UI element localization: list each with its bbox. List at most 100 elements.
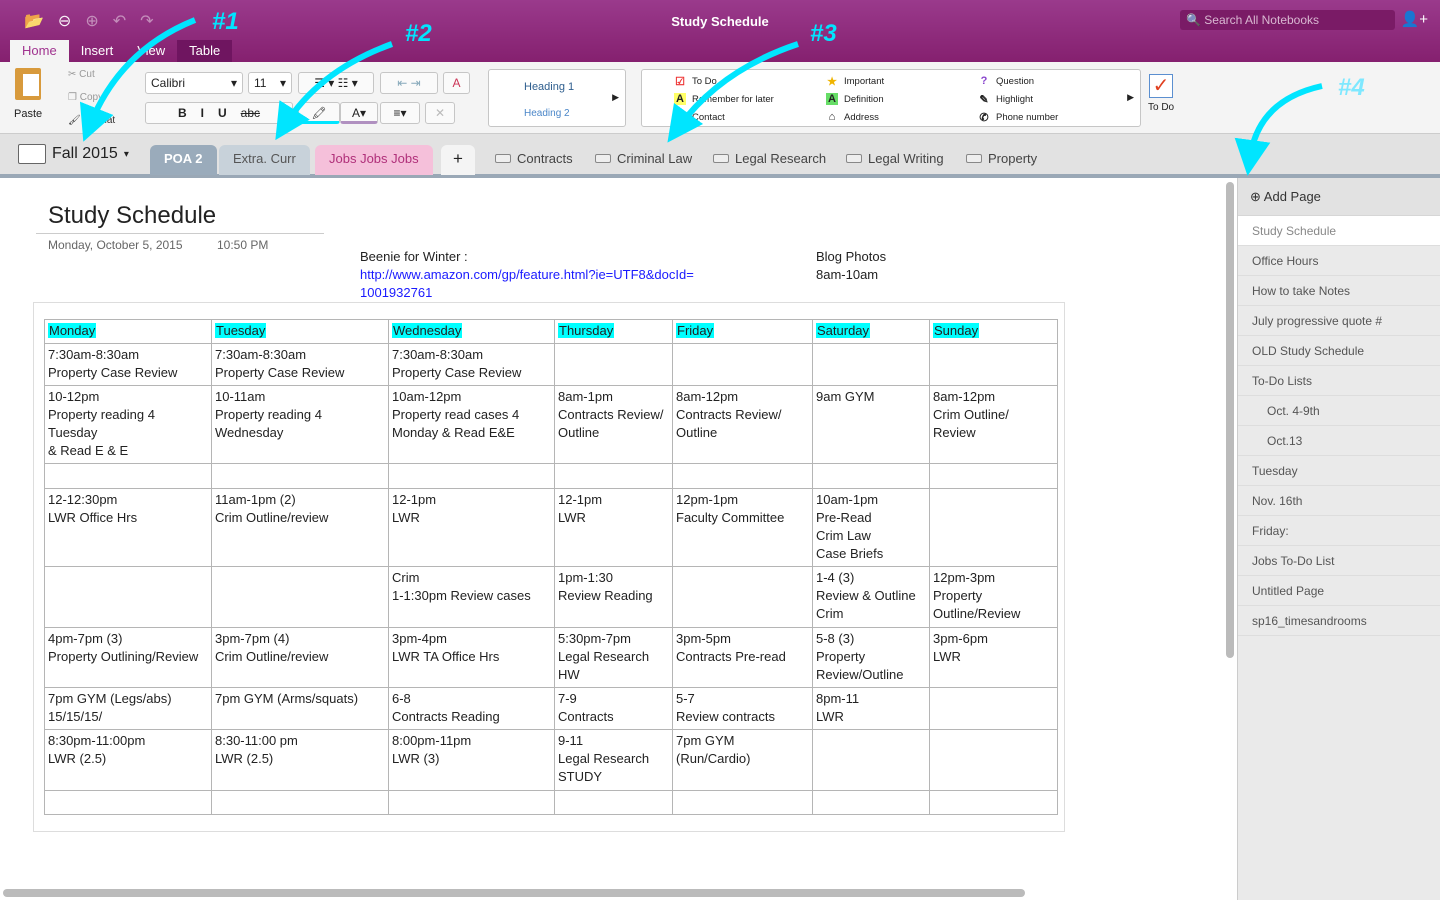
page-list-item[interactable]: Study Schedule bbox=[1238, 216, 1440, 246]
table-cell[interactable] bbox=[672, 790, 813, 815]
table-cell[interactable] bbox=[672, 566, 813, 628]
page-list-item[interactable]: Oct. 4-9th bbox=[1238, 396, 1440, 426]
schedule-table[interactable]: Monday Tuesday Wednesday Thursday Friday Satu… bbox=[44, 319, 1058, 815]
page-list-item[interactable]: How to take Notes bbox=[1238, 276, 1440, 306]
page-list-item[interactable]: OLD Study Schedule bbox=[1238, 336, 1440, 366]
table-cell[interactable]: 4pm-7pm (3) Property Outlining/Review bbox=[44, 627, 212, 688]
table-cell[interactable] bbox=[929, 790, 1058, 815]
table-cell[interactable] bbox=[929, 343, 1058, 386]
table-cell[interactable] bbox=[388, 790, 555, 815]
table-cell[interactable] bbox=[554, 463, 673, 489]
table-header-cell[interactable]: Friday bbox=[672, 319, 813, 344]
styles-gallery[interactable]: Heading 1 Heading 2 ▶ bbox=[488, 69, 626, 127]
section-group-legal-research[interactable]: Legal Research bbox=[713, 151, 826, 166]
page-canvas[interactable]: Study Schedule Monday, October 5, 2015 1… bbox=[0, 178, 1223, 888]
table-cell[interactable]: 12pm-3pm Property Outline/Review bbox=[929, 566, 1058, 628]
section-group-criminal-law[interactable]: Criminal Law bbox=[595, 151, 692, 166]
note-blog-photos[interactable]: Blog Photos 8am-10am bbox=[816, 248, 886, 284]
page-list-item[interactable]: Jobs To-Do List bbox=[1238, 546, 1440, 576]
table-cell[interactable]: 7pm GYM (Run/Cardio) bbox=[672, 729, 813, 791]
text-style-buttons[interactable]: BIUabc bbox=[145, 102, 293, 124]
table-cell[interactable]: 8:00pm-11pm LWR (3) bbox=[388, 729, 555, 791]
table-cell[interactable] bbox=[672, 463, 813, 489]
table-cell[interactable] bbox=[812, 729, 930, 791]
delete-button[interactable]: ✕ bbox=[425, 102, 455, 124]
section-group-contracts[interactable]: Contracts bbox=[495, 151, 573, 166]
table-cell[interactable] bbox=[929, 488, 1058, 567]
page-title[interactable]: Study Schedule bbox=[48, 202, 216, 230]
table-cell[interactable]: 8pm-11 LWR bbox=[812, 687, 930, 730]
horizontal-scrollbar[interactable] bbox=[3, 889, 1025, 897]
table-cell[interactable] bbox=[554, 343, 673, 386]
table-cell[interactable] bbox=[929, 729, 1058, 791]
table-cell[interactable]: 8:30pm-11:00pm LWR (2.5) bbox=[44, 729, 212, 791]
table-cell[interactable]: 3pm-4pm LWR TA Office Hrs bbox=[388, 627, 555, 688]
vertical-scrollbar[interactable] bbox=[1226, 182, 1234, 658]
table-cell[interactable]: Crim 1-1:30pm Review cases bbox=[388, 566, 555, 628]
table-cell[interactable]: 9am GYM bbox=[812, 385, 930, 464]
font-color-button[interactable]: A▾ bbox=[340, 102, 378, 124]
table-header-cell[interactable]: Tuesday bbox=[211, 319, 389, 344]
tag-highlight[interactable]: ✎ Highlight bbox=[978, 93, 1033, 106]
table-header-cell[interactable]: Sunday bbox=[929, 319, 1058, 344]
table-cell[interactable]: 3pm-6pm LWR bbox=[929, 627, 1058, 688]
align-button[interactable]: ≡▾ bbox=[380, 102, 420, 124]
table-cell[interactable] bbox=[211, 463, 389, 489]
table-header-cell[interactable]: Monday bbox=[44, 319, 212, 344]
page-list-item[interactable]: Oct.13 bbox=[1238, 426, 1440, 456]
table-cell[interactable]: 1-4 (3) Review & Outline Crim bbox=[812, 566, 930, 628]
table-cell[interactable] bbox=[812, 343, 930, 386]
amazon-link-cont[interactable]: 1001932761 bbox=[360, 285, 432, 300]
table-cell[interactable] bbox=[388, 463, 555, 489]
tag-phone[interactable]: ✆ Phone number bbox=[978, 111, 1058, 124]
tag-address[interactable]: ⌂ Address bbox=[826, 111, 879, 123]
table-cell[interactable]: 12-1pm LWR bbox=[554, 488, 673, 567]
section-group-legal-writing[interactable]: Legal Writing bbox=[846, 151, 944, 166]
tags-more-icon[interactable]: ▶ bbox=[1127, 92, 1134, 103]
section-group-property[interactable]: Property bbox=[966, 151, 1037, 166]
table-cell[interactable]: 11am-1pm (2) Crim Outline/review bbox=[211, 488, 389, 567]
tag-question[interactable]: ? Question bbox=[978, 75, 1034, 87]
table-cell[interactable]: 7:30am-8:30am Property Case Review bbox=[211, 343, 389, 386]
cut-button[interactable]: ✂ Cut bbox=[68, 69, 95, 80]
todo-tag-button[interactable]: ✓ To Do bbox=[1148, 74, 1174, 113]
table-cell[interactable]: 7:30am-8:30am Property Case Review bbox=[44, 343, 212, 386]
table-cell[interactable]: 12pm-1pm Faculty Committee bbox=[672, 488, 813, 567]
table-cell[interactable]: 8:30-11:00 pm LWR (2.5) bbox=[211, 729, 389, 791]
table-cell[interactable]: 8am-12pm Contracts Review/ Outline bbox=[672, 385, 813, 464]
table-cell[interactable]: 10-11am Property reading 4 Wednesday bbox=[211, 385, 389, 464]
table-cell[interactable]: 12-1pm LWR bbox=[388, 488, 555, 567]
table-header-cell[interactable]: Wednesday bbox=[388, 319, 555, 344]
share-user-icon[interactable]: 👤+ bbox=[1401, 11, 1428, 28]
table-cell[interactable] bbox=[44, 566, 212, 628]
table-cell[interactable]: 7-9 Contracts bbox=[554, 687, 673, 730]
section-tab-extra-curr[interactable]: Extra. Curr bbox=[219, 145, 310, 175]
font-size-select[interactable]: 11 ▾ bbox=[248, 72, 292, 94]
tab-view[interactable]: View bbox=[125, 40, 177, 62]
styles-more-icon[interactable]: ▶ bbox=[612, 92, 619, 103]
tag-contact[interactable]: ☺ Contact bbox=[674, 111, 724, 123]
page-list-item[interactable]: Tuesday bbox=[1238, 456, 1440, 486]
table-cell[interactable] bbox=[929, 463, 1058, 489]
section-tab-jobs[interactable]: Jobs Jobs Jobs bbox=[315, 145, 433, 175]
table-cell[interactable] bbox=[44, 463, 212, 489]
page-list-item[interactable]: To-Do Lists bbox=[1238, 366, 1440, 396]
table-cell[interactable]: 6-8 Contracts Reading bbox=[388, 687, 555, 730]
tag-todo[interactable]: ☑ To Do bbox=[674, 75, 717, 88]
table-cell[interactable] bbox=[211, 566, 389, 628]
table-cell[interactable] bbox=[554, 790, 673, 815]
add-section-button[interactable]: + bbox=[441, 145, 475, 175]
table-cell[interactable]: 5:30pm-7pm Legal Research HW bbox=[554, 627, 673, 688]
table-cell[interactable] bbox=[812, 463, 930, 489]
page-list-item[interactable]: sp16_timesandrooms bbox=[1238, 606, 1440, 636]
table-cell[interactable] bbox=[929, 687, 1058, 730]
paste-button[interactable]: Paste bbox=[14, 68, 42, 120]
table-cell[interactable]: 3pm-7pm (4) Crim Outline/review bbox=[211, 627, 389, 688]
tag-remember[interactable]: A Remember for later bbox=[674, 93, 774, 105]
table-header-cell[interactable]: Thursday bbox=[554, 319, 673, 344]
table-cell[interactable]: 5-8 (3) Property Review/Outline bbox=[812, 627, 930, 688]
table-cell[interactable]: 12-12:30pm LWR Office Hrs bbox=[44, 488, 212, 567]
style-heading1[interactable]: Heading 1 bbox=[524, 81, 574, 93]
table-cell[interactable] bbox=[672, 343, 813, 386]
table-header-cell[interactable]: Saturday bbox=[812, 319, 930, 344]
